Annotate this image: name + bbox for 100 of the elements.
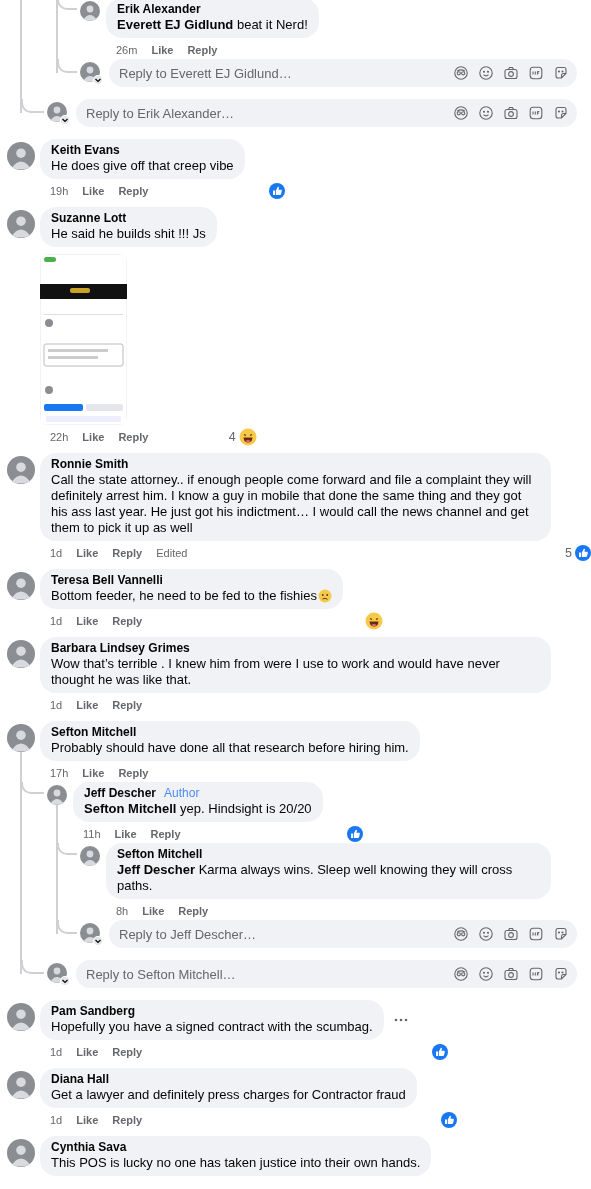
action-link[interactable]: Like — [151, 44, 174, 56]
comment-text: Hopefully you have a signed contract with the scumbag. — [51, 1019, 373, 1035]
reply-field[interactable]: Reply to Sefton Mitchell… — [76, 960, 577, 988]
emoji-icon[interactable] — [478, 65, 494, 81]
emoji-icon[interactable] — [478, 926, 494, 942]
sticker-icon[interactable] — [553, 926, 569, 942]
action-link[interactable]: Reply — [150, 828, 181, 840]
sticker-icon[interactable] — [553, 966, 569, 982]
more-icon[interactable] — [393, 1018, 408, 1022]
emoji-icon[interactable] — [478, 105, 494, 121]
laughing-emoji-icon — [238, 428, 257, 446]
avatar-icon — [80, 1, 100, 21]
action-link[interactable]: Like — [82, 431, 105, 443]
action-link[interactable]: Like — [76, 1114, 99, 1126]
comment-text: He said he builds shit !!! Js — [51, 226, 206, 242]
author-name[interactable]: Teresa Bell Vannelli — [51, 573, 163, 588]
comment-text: Call the state attorney.. if enough people come forward and file a complaint they will definitely arrest him. I know a guy in mobile that done the same thing and they got his ass last year. He just got his indictment… I would call the news channel and get them to pick it up as well — [51, 472, 533, 536]
action-link[interactable]: Like — [114, 828, 137, 840]
avatar-icon — [7, 1139, 35, 1167]
author-name[interactable]: Keith Evans — [51, 143, 120, 158]
action-link[interactable]: Reply — [178, 905, 209, 917]
gif-icon[interactable] — [528, 926, 544, 942]
laughing-emoji-icon — [364, 612, 383, 630]
camera-icon[interactable] — [503, 926, 519, 942]
author-name[interactable]: Pam Sandberg — [51, 1004, 136, 1019]
timestamp[interactable]: 26m — [116, 44, 138, 56]
action-link[interactable]: Like — [76, 615, 99, 627]
action-link[interactable]: Like — [82, 185, 105, 197]
avatar-sticker-icon[interactable] — [453, 926, 469, 942]
action-link[interactable]: Reply — [118, 767, 149, 779]
action-link[interactable]: Reply — [187, 44, 218, 56]
action-link[interactable]: Reply — [112, 1114, 143, 1126]
camera-icon[interactable] — [503, 65, 519, 81]
action-link[interactable]: Like — [76, 1046, 99, 1058]
timestamp[interactable]: 19h — [50, 185, 69, 197]
timestamp[interactable]: 1d — [50, 615, 63, 627]
camera-icon[interactable] — [503, 105, 519, 121]
avatar-sticker-icon[interactable] — [453, 65, 469, 81]
reaction-count: 5 — [565, 546, 572, 560]
author-name[interactable]: Cynthia Sava — [51, 1140, 127, 1155]
thread-connector-line — [57, 920, 77, 934]
reply-field[interactable]: Reply to Everett EJ Gidlund… — [109, 59, 577, 87]
sticker-icon[interactable] — [553, 65, 569, 81]
thread-connector-line — [57, 843, 77, 855]
action-link[interactable]: Like — [76, 699, 99, 711]
avatar-sticker-icon[interactable] — [453, 966, 469, 982]
avatar-icon — [47, 962, 70, 986]
comment-text: This POS is lucky no one has taken justice into their own hands. — [51, 1155, 421, 1171]
timestamp[interactable]: 1d — [50, 547, 63, 559]
thread-connector-line — [21, 99, 44, 113]
action-link[interactable]: Reply — [112, 547, 143, 559]
comment-text: Bottom feeder, he need to be fed to the fishies — [51, 588, 332, 604]
comment-text: Jeff Descher Karma always wins. Sleep well knowing they will cross paths. — [117, 862, 514, 894]
timestamp[interactable]: 1d — [50, 1046, 63, 1058]
avatar-sticker-icon[interactable] — [453, 105, 469, 121]
like-icon — [440, 1112, 457, 1128]
author-name[interactable]: Diana Hall — [51, 1072, 110, 1087]
action-link[interactable]: Reply — [112, 615, 143, 627]
emoji-icon[interactable] — [478, 966, 494, 982]
avatar-icon — [80, 846, 100, 866]
timestamp[interactable]: 11h — [83, 828, 101, 840]
author-name[interactable]: Barbara Lindsey Grimes — [51, 641, 190, 656]
timestamp[interactable]: 22h — [50, 431, 69, 443]
reply-field[interactable]: Reply to Erik Alexander… — [76, 99, 577, 127]
action-link[interactable]: Like — [82, 767, 105, 779]
avatar-icon — [7, 724, 35, 752]
author-name[interactable]: Erik Alexander — [117, 2, 201, 17]
avatar-icon — [80, 922, 103, 946]
thread-connector-line — [21, 782, 44, 794]
gif-icon[interactable] — [528, 105, 544, 121]
author-name[interactable]: Jeff Descher — [84, 786, 157, 801]
author-name[interactable]: Ronnie Smith — [51, 457, 129, 472]
like-icon — [575, 545, 591, 561]
gif-icon[interactable] — [528, 65, 544, 81]
reply-field[interactable]: Reply to Jeff Descher… — [109, 920, 577, 948]
like-icon — [268, 183, 285, 199]
timestamp[interactable]: 17h — [50, 767, 69, 779]
avatar-icon — [7, 210, 35, 238]
timestamp[interactable]: 1d — [50, 699, 63, 711]
avatar-icon — [7, 142, 35, 170]
action-link[interactable]: Like — [76, 547, 99, 559]
gif-icon[interactable] — [528, 966, 544, 982]
action-link[interactable]: Reply — [118, 185, 149, 197]
timestamp[interactable]: 8h — [116, 905, 129, 917]
action-link[interactable]: Reply — [118, 431, 149, 443]
avatar-icon — [7, 640, 35, 668]
timestamp[interactable]: 1d — [50, 1114, 63, 1126]
sticker-icon[interactable] — [553, 105, 569, 121]
action-link[interactable]: Reply — [112, 699, 143, 711]
comment-text: Sefton Mitchell yep. Hindsight is 20/20 — [84, 801, 312, 817]
avatar-icon — [80, 61, 103, 85]
author-name[interactable]: Sefton Mitchell — [117, 847, 203, 862]
action-link[interactable]: Like — [142, 905, 165, 917]
author-name[interactable]: Suzanne Lott — [51, 211, 127, 226]
author-name[interactable]: Sefton Mitchell — [51, 725, 137, 740]
action-link[interactable]: Reply — [112, 1046, 143, 1058]
avatar-icon — [7, 456, 35, 484]
camera-icon[interactable] — [503, 966, 519, 982]
comment-text: He does give off that creep vibe — [51, 158, 234, 174]
thread-connector-line — [57, 0, 77, 10]
